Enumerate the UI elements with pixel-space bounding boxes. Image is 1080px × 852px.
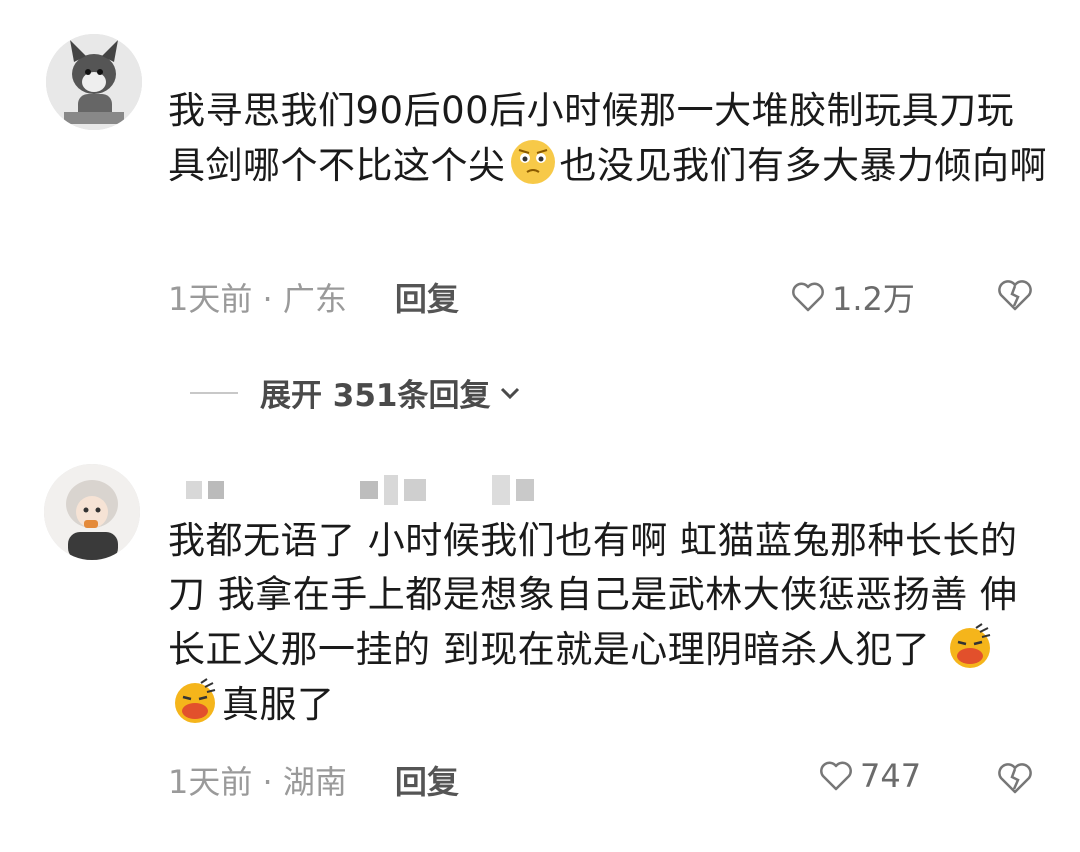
pleading-face-emoji-icon <box>510 140 555 184</box>
angry-face-emoji-icon <box>175 678 216 723</box>
like-button[interactable]: 1.2万 <box>790 274 915 320</box>
reply-button[interactable]: 回复 <box>395 757 459 803</box>
reply-button[interactable]: 回复 <box>395 274 459 320</box>
redaction-block <box>384 475 398 505</box>
broken-heart-icon[interactable] <box>996 276 1034 314</box>
redaction-block <box>404 479 426 501</box>
redaction-block <box>208 481 224 499</box>
comment-meta: 1天前 · 广东 回复 <box>168 274 459 320</box>
redaction-block <box>186 481 202 499</box>
like-button[interactable]: 747 <box>818 757 921 795</box>
comment-meta: 1天前 · 湖南 回复 <box>168 757 459 803</box>
comment-text-part: 也没见我们有多大暴力倾向啊 <box>559 144 1047 187</box>
like-count: 747 <box>860 757 922 795</box>
broken-heart-icon[interactable] <box>996 759 1034 797</box>
heart-icon <box>820 761 852 791</box>
chevron-down-icon <box>500 387 519 399</box>
expand-replies-button[interactable]: 展开 351条回复 <box>190 370 523 415</box>
avatar[interactable] <box>44 464 140 560</box>
redaction-block <box>492 475 510 505</box>
comment-text-part: 我都无语了 小时候我们也有啊 虹猫蓝兔那种长长的刀 我拿在手上都是想象自己是武林… <box>168 519 1018 671</box>
expand-replies-label: 展开 351条回复 <box>260 378 491 414</box>
username-redacted <box>186 472 540 508</box>
divider <box>190 391 238 394</box>
angry-face-emoji-icon <box>949 623 990 668</box>
redaction-block <box>516 479 534 501</box>
comment-text-part: 真服了 <box>222 683 335 726</box>
redaction-block <box>360 481 378 499</box>
heart-icon <box>792 282 824 312</box>
time-location: 1天前 · 广东 <box>168 280 347 318</box>
comment-text: 我都无语了 小时候我们也有啊 虹猫蓝兔那种长长的刀 我拿在手上都是想象自己是武林… <box>168 514 1048 732</box>
time-location: 1天前 · 湖南 <box>168 763 347 801</box>
like-count: 1.2万 <box>832 280 915 318</box>
comment-text: 我寻思我们90后00后小时候那一大堆胶制玩具刀玩具剑哪个不比这个尖 也没见我们有多… <box>168 84 1048 193</box>
avatar[interactable] <box>46 34 142 130</box>
